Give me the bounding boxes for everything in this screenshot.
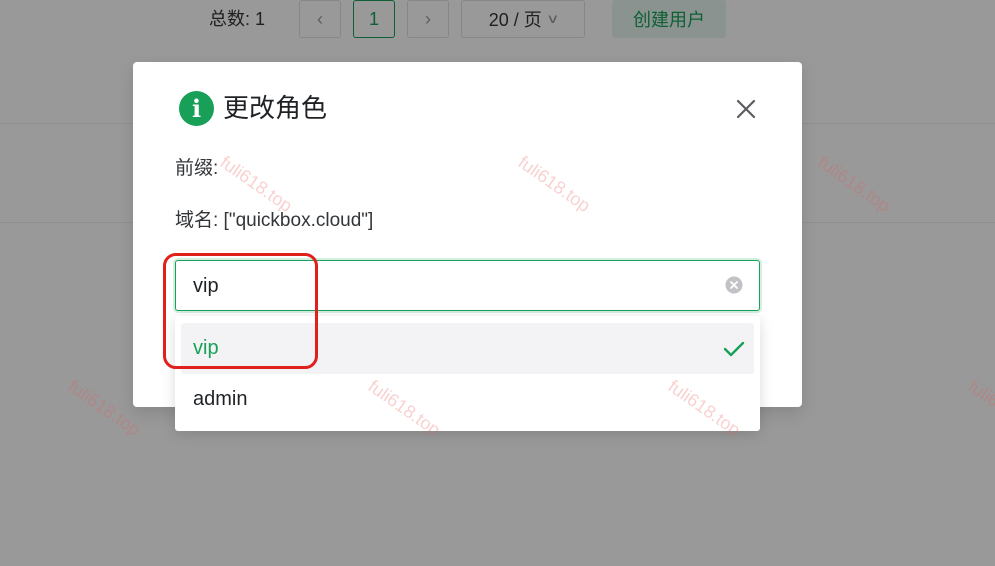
option-label: admin bbox=[193, 388, 248, 410]
domain-text: 域名: ["quickbox.cloud"] bbox=[175, 210, 374, 231]
clear-icon[interactable] bbox=[725, 276, 743, 294]
annotation-highlight-box bbox=[163, 253, 318, 369]
info-icon: i bbox=[179, 91, 214, 126]
prefix-text: 前缀: bbox=[175, 158, 219, 179]
check-icon bbox=[723, 341, 745, 357]
role-option-admin[interactable]: admin bbox=[181, 374, 754, 425]
dialog-title: 更改角色 bbox=[223, 93, 328, 123]
close-icon[interactable] bbox=[733, 96, 759, 122]
